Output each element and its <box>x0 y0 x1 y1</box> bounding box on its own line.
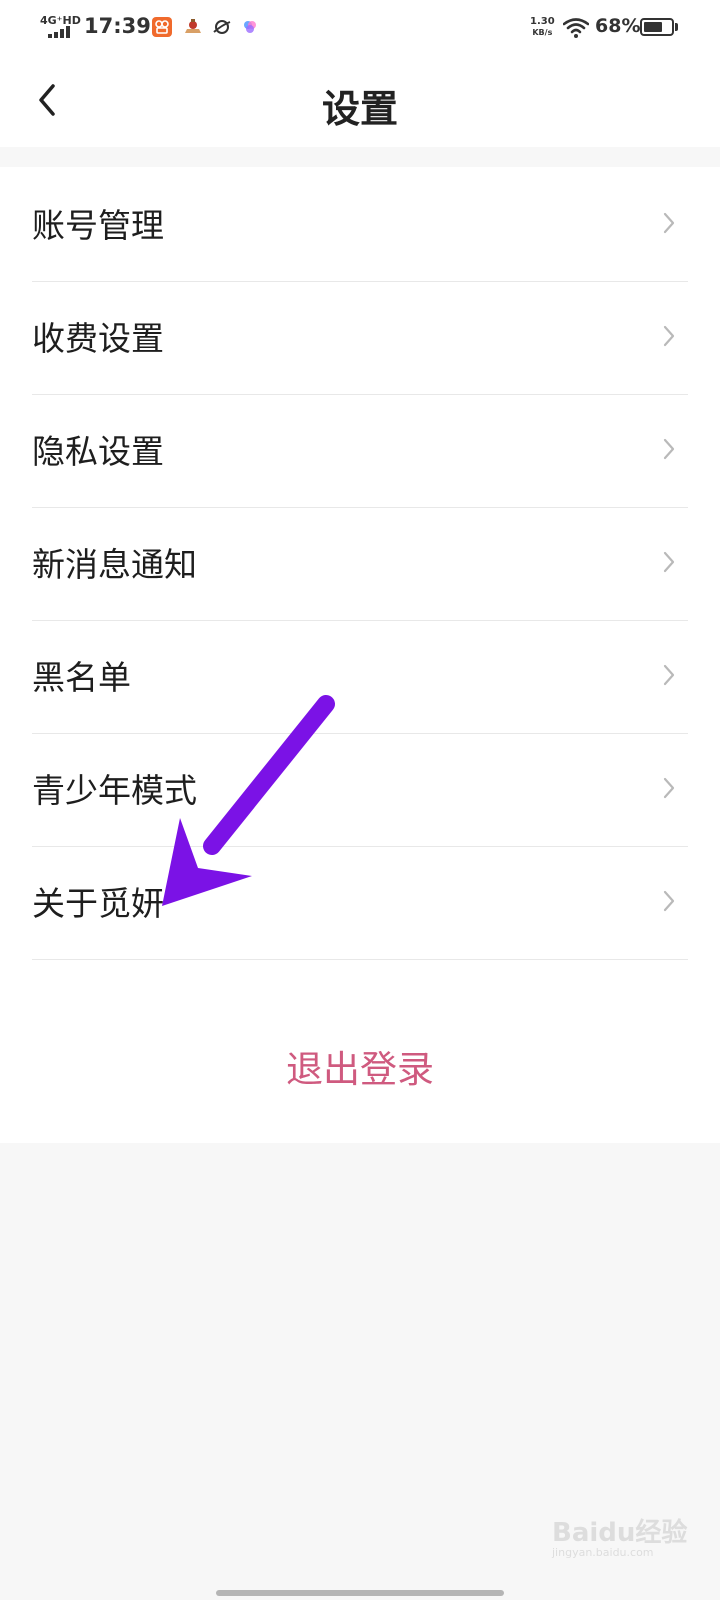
settings-item-blacklist[interactable]: 黑名单 <box>0 619 720 734</box>
chevron-right-icon <box>663 890 675 912</box>
color-app-icon <box>240 17 260 37</box>
watermark-sub: jingyan.baidu.com <box>552 1546 654 1559</box>
network-speed: 1.30 KB/s <box>530 16 555 38</box>
settings-item-label: 黑名单 <box>32 658 131 697</box>
page-title: 设置 <box>321 87 398 131</box>
chevron-right-icon <box>663 212 675 234</box>
header: 设置 <box>0 56 720 147</box>
section-gap <box>0 147 720 167</box>
watermark: Baidu经验 jingyan.baidu.com <box>552 1504 692 1564</box>
wifi-icon <box>562 18 590 42</box>
battery-icon <box>640 18 674 36</box>
settings-item-about[interactable]: 关于觅妍 <box>0 845 720 960</box>
settings-item-youth-mode[interactable]: 青少年模式 <box>0 732 720 847</box>
battery-percent: 68% <box>595 15 641 37</box>
settings-item-label: 新消息通知 <box>32 545 197 584</box>
planet-app-icon <box>212 17 232 37</box>
chevron-right-icon <box>663 325 675 347</box>
settings-item-label: 账号管理 <box>32 206 164 245</box>
chevron-right-icon <box>663 551 675 573</box>
settings-item-account[interactable]: 账号管理 <box>0 167 720 282</box>
home-indicator[interactable] <box>216 1590 504 1596</box>
settings-item-notifications[interactable]: 新消息通知 <box>0 506 720 621</box>
chevron-right-icon <box>663 438 675 460</box>
settings-item-charges[interactable]: 收费设置 <box>0 280 720 395</box>
speed-value: 1.30 <box>530 16 555 27</box>
battery-tip <box>675 23 678 31</box>
watermark-text: Baidu经验 <box>552 1518 688 1548</box>
logout-button[interactable]: 退出登录 <box>0 1039 720 1109</box>
settings-item-label: 隐私设置 <box>32 432 164 471</box>
settings-list: 账号管理 收费设置 隐私设置 新消息通知 黑名单 青少年模式 关于觅妍 退出登录 <box>0 167 720 1143</box>
settings-item-label: 收费设置 <box>32 319 164 358</box>
speed-unit: KB/s <box>532 28 553 37</box>
chevron-right-icon <box>663 777 675 799</box>
settings-item-label: 关于觅妍 <box>32 884 164 923</box>
signal-icon <box>48 26 74 38</box>
settings-item-label: 青少年模式 <box>32 771 197 810</box>
status-time: 17:39 <box>84 14 151 38</box>
kuaishou-app-icon <box>152 17 172 37</box>
chevron-right-icon <box>663 664 675 686</box>
status-bar: 4G⁺HD 17:39 1.30 KB/s 68% <box>0 0 720 56</box>
battery-fill <box>644 22 662 32</box>
settings-item-privacy[interactable]: 隐私设置 <box>0 393 720 508</box>
game-app-icon <box>182 17 202 37</box>
divider <box>32 959 688 960</box>
